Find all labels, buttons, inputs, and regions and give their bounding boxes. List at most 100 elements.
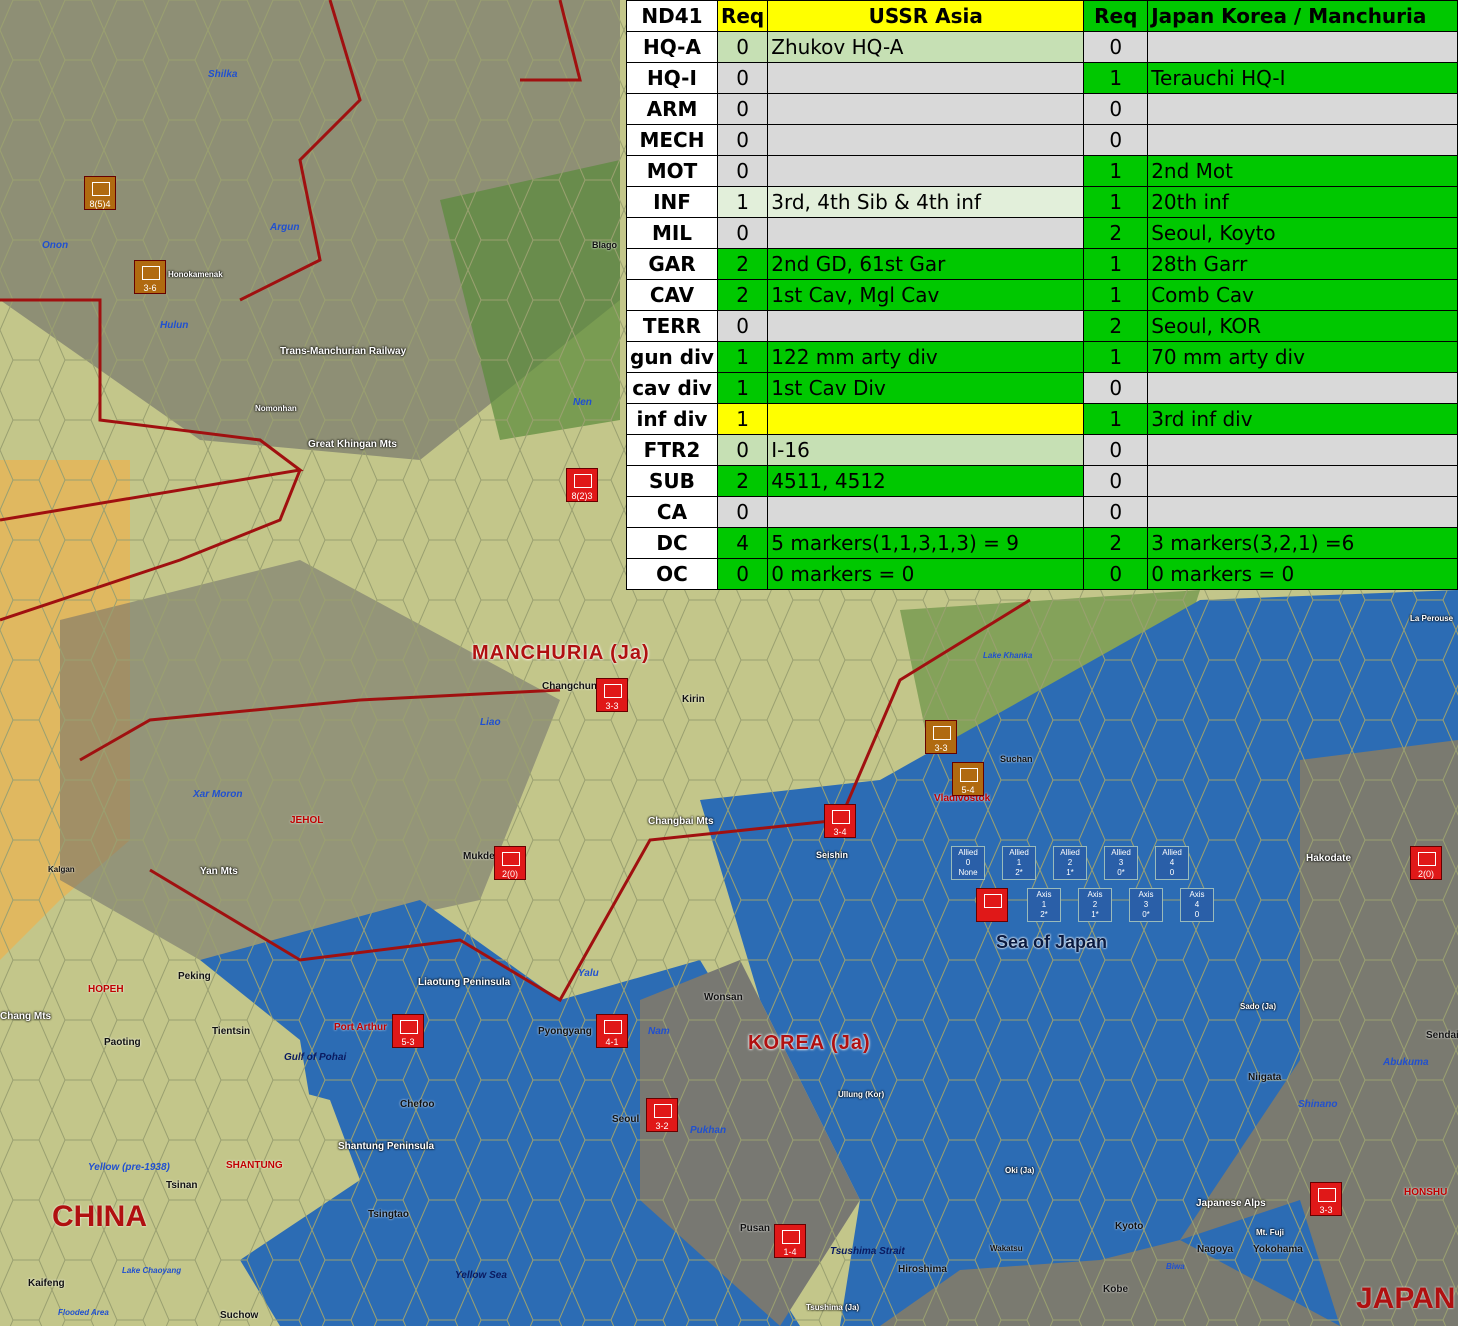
japan-units-cell[interactable] <box>1147 124 1458 156</box>
ussr-units-cell[interactable] <box>767 93 1085 125</box>
ussr-req-cell[interactable]: 2 <box>716 465 769 497</box>
japan-req-cell[interactable]: 2 <box>1083 217 1149 249</box>
ussr-units-cell[interactable]: 0 markers = 0 <box>767 558 1085 590</box>
japan-units-cell[interactable] <box>1147 434 1458 466</box>
unit-type-cell[interactable]: GAR <box>626 248 718 280</box>
japan-req-cell[interactable]: 1 <box>1083 403 1149 435</box>
japan-units-cell[interactable]: Terauchi HQ-I <box>1147 62 1458 94</box>
ussr-units-cell[interactable] <box>767 310 1085 342</box>
ussr-units-cell[interactable]: Zhukov HQ-A <box>767 31 1085 63</box>
ussr-units-cell[interactable]: 1st Cav, Mgl Cav <box>767 279 1085 311</box>
japan-req-cell[interactable]: 1 <box>1083 155 1149 187</box>
japan-units-cell[interactable]: 3 markers(3,2,1) =6 <box>1147 527 1458 559</box>
japan-req-cell[interactable]: 0 <box>1083 434 1149 466</box>
ussr-req-cell[interactable]: 0 <box>716 93 769 125</box>
japan-units-cell[interactable]: 2nd Mot <box>1147 155 1458 187</box>
unit-counter[interactable]: 3-3 <box>925 720 957 754</box>
unit-type-cell[interactable]: MECH <box>626 124 718 156</box>
unit-counter[interactable]: 3-3 <box>596 678 628 712</box>
unit-type-cell[interactable]: CAV <box>626 279 718 311</box>
ussr-units-cell[interactable]: 5 markers(1,1,3,1,3) = 9 <box>767 527 1085 559</box>
japan-units-cell[interactable]: Seoul, Koyto <box>1147 217 1458 249</box>
unit-counter[interactable]: 2(0) <box>1410 846 1442 880</box>
japan-units-cell[interactable]: 20th inf <box>1147 186 1458 218</box>
japan-req-cell[interactable]: 0 <box>1083 465 1149 497</box>
ussr-units-cell[interactable]: 122 mm arty div <box>767 341 1085 373</box>
ussr-req-cell[interactable]: 2 <box>716 248 769 280</box>
japan-req-cell[interactable]: 0 <box>1083 124 1149 156</box>
unit-type-cell[interactable]: FTR2 <box>626 434 718 466</box>
track-marker[interactable] <box>976 888 1008 922</box>
japan-req-cell[interactable]: 0 <box>1083 31 1149 63</box>
unit-type-cell[interactable]: HQ-A <box>626 31 718 63</box>
ussr-units-cell[interactable] <box>767 403 1085 435</box>
japan-units-cell[interactable] <box>1147 31 1458 63</box>
japan-units-cell[interactable]: Comb Cav <box>1147 279 1458 311</box>
ussr-req-cell[interactable]: 1 <box>716 372 769 404</box>
japan-units-cell[interactable]: 3rd inf div <box>1147 403 1458 435</box>
ussr-units-cell[interactable]: I-16 <box>767 434 1085 466</box>
ussr-units-cell[interactable]: 4511, 4512 <box>767 465 1085 497</box>
ussr-req-cell[interactable]: 0 <box>716 434 769 466</box>
unit-type-cell[interactable]: MOT <box>626 155 718 187</box>
japan-req-cell[interactable]: 2 <box>1083 310 1149 342</box>
japan-req-cell[interactable]: 1 <box>1083 248 1149 280</box>
ussr-req-cell[interactable]: 0 <box>716 558 769 590</box>
ussr-units-cell[interactable]: 3rd, 4th Sib & 4th inf <box>767 186 1085 218</box>
japan-units-cell[interactable]: Seoul, KOR <box>1147 310 1458 342</box>
unit-counter[interactable]: 3-2 <box>646 1098 678 1132</box>
japan-req-cell[interactable]: 1 <box>1083 279 1149 311</box>
unit-type-cell[interactable]: MIL <box>626 217 718 249</box>
unit-counter[interactable]: 3-3 <box>1310 1182 1342 1216</box>
ussr-req-cell[interactable]: 0 <box>716 62 769 94</box>
unit-counter[interactable]: 5-4 <box>952 762 984 796</box>
unit-type-cell[interactable]: TERR <box>626 310 718 342</box>
ussr-req-cell[interactable]: 0 <box>716 31 769 63</box>
japan-req-cell[interactable]: 0 <box>1083 496 1149 528</box>
ussr-req-cell[interactable]: 0 <box>716 124 769 156</box>
ussr-req-cell[interactable]: 4 <box>716 527 769 559</box>
unit-counter[interactable]: 2(0) <box>494 846 526 880</box>
unit-counter[interactable]: 1-4 <box>774 1224 806 1258</box>
unit-type-cell[interactable]: INF <box>626 186 718 218</box>
japan-req-cell[interactable]: 0 <box>1083 372 1149 404</box>
japan-units-cell[interactable]: 70 mm arty div <box>1147 341 1458 373</box>
japan-units-cell[interactable]: 28th Garr <box>1147 248 1458 280</box>
ussr-units-cell[interactable] <box>767 62 1085 94</box>
japan-units-cell[interactable] <box>1147 93 1458 125</box>
ussr-units-cell[interactable] <box>767 155 1085 187</box>
ussr-req-cell[interactable]: 0 <box>716 496 769 528</box>
ussr-units-cell[interactable] <box>767 496 1085 528</box>
ussr-units-cell[interactable]: 2nd GD, 61st Gar <box>767 248 1085 280</box>
japan-req-cell[interactable]: 0 <box>1083 558 1149 590</box>
ussr-units-cell[interactable]: 1st Cav Div <box>767 372 1085 404</box>
japan-units-cell[interactable] <box>1147 372 1458 404</box>
japan-req-cell[interactable]: 2 <box>1083 527 1149 559</box>
japan-units-cell[interactable] <box>1147 465 1458 497</box>
japan-req-cell[interactable]: 1 <box>1083 62 1149 94</box>
japan-units-cell[interactable]: 0 markers = 0 <box>1147 558 1458 590</box>
unit-type-cell[interactable]: DC <box>626 527 718 559</box>
ussr-req-cell[interactable]: 1 <box>716 186 769 218</box>
unit-counter[interactable]: 8(2)3 <box>566 468 598 502</box>
ussr-req-cell[interactable]: 2 <box>716 279 769 311</box>
ussr-req-cell[interactable]: 1 <box>716 341 769 373</box>
unit-counter[interactable]: 5-3 <box>392 1014 424 1048</box>
unit-counter[interactable]: 3-6 <box>134 260 166 294</box>
ussr-units-cell[interactable] <box>767 217 1085 249</box>
unit-type-cell[interactable]: HQ-I <box>626 62 718 94</box>
unit-counter[interactable]: 3-4 <box>824 804 856 838</box>
unit-type-cell[interactable]: gun div <box>626 341 718 373</box>
ussr-req-cell[interactable]: 1 <box>716 403 769 435</box>
unit-type-cell[interactable]: inf div <box>626 403 718 435</box>
unit-type-cell[interactable]: OC <box>626 558 718 590</box>
japan-req-cell[interactable]: 1 <box>1083 186 1149 218</box>
ussr-units-cell[interactable] <box>767 124 1085 156</box>
japan-units-cell[interactable] <box>1147 496 1458 528</box>
unit-type-cell[interactable]: cav div <box>626 372 718 404</box>
ussr-req-cell[interactable]: 0 <box>716 310 769 342</box>
unit-counter[interactable]: 4-1 <box>596 1014 628 1048</box>
unit-type-cell[interactable]: ARM <box>626 93 718 125</box>
japan-req-cell[interactable]: 0 <box>1083 93 1149 125</box>
japan-req-cell[interactable]: 1 <box>1083 341 1149 373</box>
